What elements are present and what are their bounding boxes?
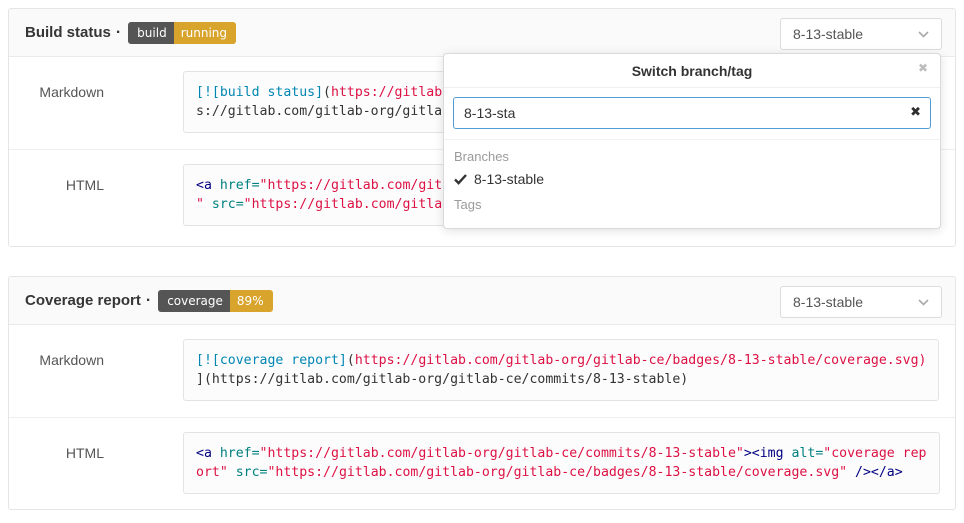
close-icon[interactable]: ✖ <box>918 62 928 74</box>
check-icon <box>454 174 474 185</box>
coverage-badge: coverage 89% <box>158 290 272 312</box>
html-code-box[interactable]: <a href="https://gitlab.com/gitlab-org/g… <box>183 432 940 494</box>
row-label-html: HTML <box>9 164 104 226</box>
branch-selector-button[interactable]: 8-13-stable <box>780 286 942 318</box>
clear-search-icon[interactable]: ✖ <box>910 105 921 121</box>
panel-title: Coverage report <box>25 292 141 309</box>
build-status-header: Build status · build running 8-13-stable <box>9 9 955 57</box>
html-row: HTML <a href="https://gitlab.com/gitlab-… <box>9 417 955 510</box>
row-label-html: HTML <box>9 432 104 494</box>
badge-value: 89% <box>230 290 273 312</box>
popup-title: Switch branch/tag <box>632 63 753 79</box>
panel-title: Build status <box>25 24 111 41</box>
title-separator: · <box>116 24 121 42</box>
coverage-report-panel: Coverage report · coverage 89% 8-13-stab… <box>8 276 956 510</box>
badge-value: running <box>174 22 236 44</box>
branch-list: Branches 8-13-stable Tags <box>444 139 940 219</box>
branch-search-input[interactable] <box>453 97 931 129</box>
branch-selector-button[interactable]: 8-13-stable <box>780 18 942 50</box>
badge-key: build <box>128 22 174 44</box>
tags-heading: Tags <box>444 192 940 215</box>
badge-key: coverage <box>158 290 230 312</box>
branch-selector-value: 8-13-stable <box>793 294 910 310</box>
branch-item-8-13-stable[interactable]: 8-13-stable <box>444 167 940 192</box>
row-label-markdown: Markdown <box>9 71 104 133</box>
branch-selector-value: 8-13-stable <box>793 26 910 42</box>
markdown-code-box[interactable]: [![coverage report](https://gitlab.com/g… <box>183 339 939 401</box>
chevron-down-icon <box>918 31 929 38</box>
markdown-row: Markdown [![coverage report](https://git… <box>9 325 955 417</box>
badges-settings-page: Build status · build running 8-13-stable… <box>0 0 964 523</box>
build-status-badge: build running <box>128 22 236 44</box>
chevron-down-icon <box>918 299 929 306</box>
branch-item-label: 8-13-stable <box>474 171 544 188</box>
switch-branch-popup: Switch branch/tag ✖ ✖ Branches 8-13-stab… <box>443 53 941 229</box>
popup-header: Switch branch/tag ✖ <box>444 54 940 88</box>
coverage-report-header: Coverage report · coverage 89% 8-13-stab… <box>9 277 955 325</box>
row-label-markdown: Markdown <box>9 339 104 401</box>
title-separator: · <box>146 292 151 310</box>
branches-heading: Branches <box>444 144 940 167</box>
